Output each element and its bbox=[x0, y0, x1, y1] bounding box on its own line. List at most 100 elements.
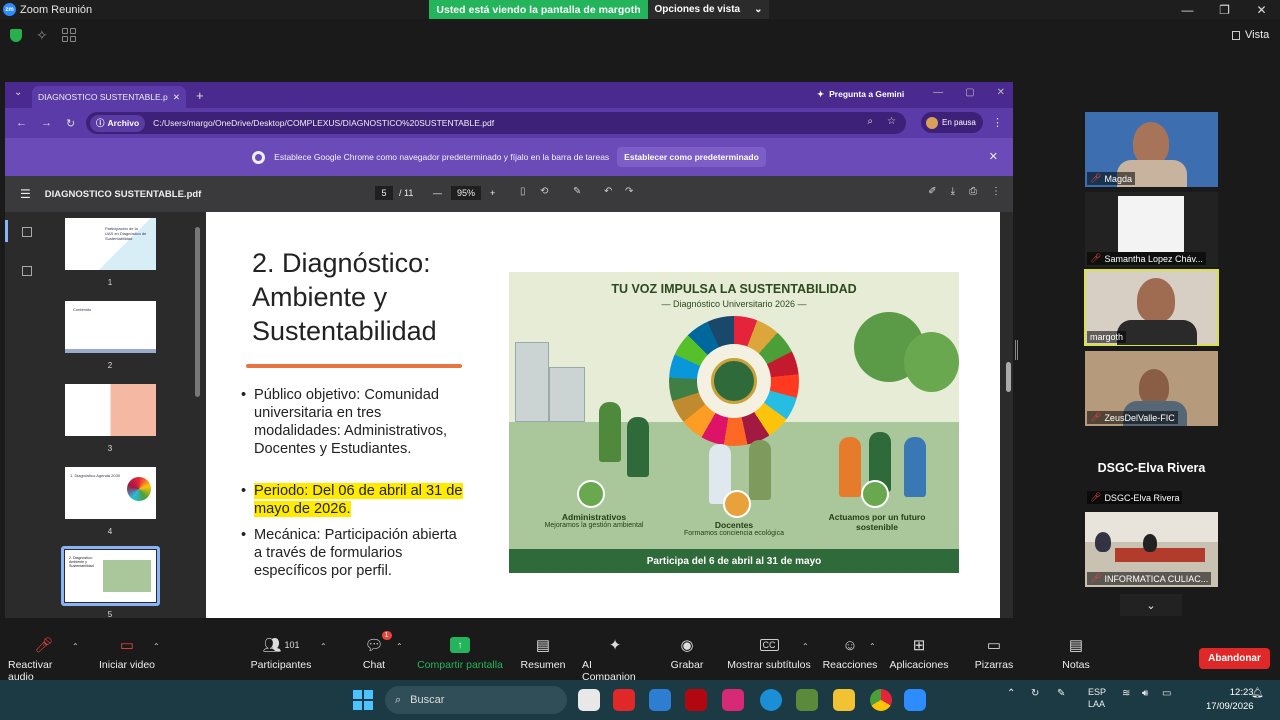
url-text[interactable]: C:/Users/margo/OneDrive/Desktop/COMPLEXU… bbox=[153, 118, 494, 128]
chrome-icon[interactable] bbox=[870, 689, 892, 711]
start-video-button[interactable]: ▭ Iniciar video bbox=[97, 636, 157, 671]
tray-chevron-icon[interactable]: ⌃ bbox=[1007, 688, 1015, 699]
notifications-icon[interactable]: 🔔︎ bbox=[1251, 688, 1264, 699]
youtube-icon[interactable] bbox=[613, 689, 635, 711]
volume-icon[interactable]: 🔊︎ bbox=[1142, 688, 1148, 699]
minecraft-icon[interactable] bbox=[796, 689, 818, 711]
file-explorer-icon[interactable] bbox=[833, 689, 855, 711]
maximize-button[interactable]: ❐ bbox=[1206, 0, 1243, 19]
browser-minimize[interactable]: — bbox=[933, 87, 943, 98]
sync-icon[interactable]: ↻ bbox=[1031, 688, 1039, 699]
undo-icon[interactable]: ↶ bbox=[604, 186, 612, 197]
language-indicator[interactable]: ESP LAA bbox=[1088, 686, 1106, 710]
browser-maximize[interactable]: ▢ bbox=[965, 87, 974, 98]
participant-tile-active-speaker[interactable]: margoth bbox=[1084, 269, 1219, 346]
zoom-in-icon[interactable]: + bbox=[490, 188, 495, 198]
file-chip[interactable]: ⓘ Archivo bbox=[90, 114, 146, 132]
browser-close[interactable]: ✕ bbox=[997, 87, 1005, 98]
close-tab-icon[interactable]: ✕ bbox=[173, 92, 180, 103]
new-tab-button[interactable]: + bbox=[196, 88, 204, 103]
page-thumbnail-3[interactable] bbox=[65, 384, 156, 436]
chat-button[interactable]: 💬︎ 1 Chat bbox=[362, 631, 392, 671]
captions-button[interactable]: CC Mostrar subtítulos bbox=[727, 636, 811, 671]
profile-button[interactable]: En pausa bbox=[921, 112, 983, 133]
video-options-chevron-icon[interactable]: ⌃ bbox=[153, 642, 160, 651]
participant-tile[interactable]: 🎤︎ INFORMATICA CULIAC... bbox=[1085, 512, 1218, 587]
view-options-button[interactable]: Opciones de vista ⌄ bbox=[648, 0, 769, 19]
browser-tab[interactable]: DIAGNOSTICO SUSTENTABLE.p ✕ bbox=[32, 86, 186, 108]
page-scrollbar[interactable] bbox=[1006, 362, 1011, 392]
omnibox[interactable]: ⓘ Archivo C:/Users/margo/OneDrive/Desktop… bbox=[86, 112, 906, 134]
annotate-icon[interactable]: ✎ bbox=[573, 186, 581, 197]
tab-search-icon[interactable]: ⌄ bbox=[14, 87, 22, 98]
leave-button[interactable]: Abandonar bbox=[1199, 648, 1270, 669]
taskbar-clock[interactable]: 12:23 17/09/2026 bbox=[1206, 686, 1254, 714]
zoom-out-icon[interactable]: — bbox=[433, 188, 442, 198]
whiteboards-button[interactable]: ▭ Pizarras bbox=[975, 636, 1014, 671]
panel-resize-handle[interactable] bbox=[1015, 340, 1018, 360]
set-default-button[interactable]: Establecer como predeterminado bbox=[617, 147, 766, 167]
participants-button[interactable]: 👥︎ 101 Participantes bbox=[251, 636, 312, 671]
edit-pdf-icon[interactable]: ✐ bbox=[928, 186, 936, 197]
battery-icon[interactable]: ▭ bbox=[1162, 688, 1171, 699]
close-button[interactable]: ✕ bbox=[1243, 0, 1280, 19]
apps-button[interactable]: ⊞ Aplicaciones bbox=[890, 636, 949, 671]
participant-name: INFORMATICA CULIAC... bbox=[1104, 573, 1209, 584]
redo-icon[interactable]: ↷ bbox=[625, 186, 633, 197]
browser-menu-icon[interactable]: ⋮ bbox=[992, 116, 1003, 129]
thumb-5-number: 5 bbox=[107, 610, 113, 618]
notes-button[interactable]: ▤ Notas bbox=[1062, 636, 1090, 671]
copilot-icon[interactable] bbox=[649, 689, 671, 711]
audio-options-chevron-icon[interactable]: ⌃ bbox=[72, 642, 79, 651]
page-thumbnail-4[interactable]: 1. Diagnóstico Agenda 2030 bbox=[65, 467, 156, 519]
captions-chevron-icon[interactable]: ⌃ bbox=[802, 642, 809, 651]
task-view-icon[interactable] bbox=[578, 689, 600, 711]
zoom-input[interactable]: 95% bbox=[451, 186, 481, 200]
reactions-chevron-icon[interactable]: ⌃ bbox=[869, 642, 876, 651]
edge-icon[interactable] bbox=[760, 689, 782, 711]
minimize-button[interactable]: — bbox=[1169, 0, 1206, 19]
participant-tile[interactable]: 🎤︎ Magda bbox=[1085, 112, 1218, 187]
netflix-icon[interactable] bbox=[685, 689, 707, 711]
view-button[interactable]: Vista bbox=[1232, 29, 1269, 41]
grid-icon[interactable] bbox=[62, 28, 76, 42]
page-thumbnail-1[interactable]: Participación de la UAS en Diagnóstico d… bbox=[65, 218, 156, 270]
share-screen-button[interactable]: ↑ Compartir pantalla bbox=[417, 636, 503, 671]
thumbnails-view-icon[interactable] bbox=[22, 227, 32, 237]
security-shield-icon[interactable] bbox=[10, 29, 22, 42]
sparkle-icon[interactable]: ✧ bbox=[36, 27, 48, 44]
windows-start-icon[interactable] bbox=[353, 690, 373, 710]
rotate-icon[interactable]: ⟲ bbox=[540, 186, 548, 197]
reload-icon[interactable]: ↻ bbox=[66, 117, 80, 130]
page-number-input[interactable]: 5 bbox=[375, 186, 393, 200]
unmute-button[interactable]: 🎤︎ Reactivar audio bbox=[8, 636, 80, 683]
ai-companion-button[interactable]: ✦ AI Companion bbox=[582, 636, 648, 683]
participant-tile[interactable]: 🎤︎ ZeusDelValle-FIC bbox=[1085, 351, 1218, 426]
infobar-close-icon[interactable]: ✕ bbox=[989, 150, 998, 163]
taskbar-search-input[interactable]: ⌕ Buscar bbox=[385, 686, 567, 714]
zoom-taskbar-icon[interactable] bbox=[904, 689, 926, 711]
print-icon[interactable]: ⎙ bbox=[969, 186, 977, 197]
participant-tile[interactable]: DSGC-Elva Rivera 🎤︎ DSGC-Elva Rivera bbox=[1085, 431, 1218, 506]
participants-chevron-icon[interactable]: ⌃ bbox=[320, 642, 327, 651]
page-thumbnail-2[interactable]: Contenido bbox=[65, 301, 156, 353]
chat-chevron-icon[interactable]: ⌃ bbox=[396, 642, 403, 651]
instagram-icon[interactable] bbox=[722, 689, 744, 711]
summary-button[interactable]: ▤ Resumen bbox=[521, 636, 566, 671]
bookmark-star-icon[interactable]: ☆ bbox=[887, 116, 896, 127]
participant-tile[interactable]: 🎤︎ Samantha Lopez Cháv... bbox=[1085, 192, 1218, 267]
fit-page-icon[interactable]: ▯ bbox=[520, 186, 526, 197]
download-icon[interactable]: ⤓ bbox=[951, 186, 955, 197]
record-button[interactable]: ◉ Grabar bbox=[671, 636, 704, 671]
zoom-icon[interactable]: ⌕ bbox=[867, 116, 873, 127]
more-options-icon[interactable]: ⋮ bbox=[991, 186, 1001, 197]
outline-view-icon[interactable] bbox=[22, 266, 32, 276]
pen-icon[interactable]: ✎ bbox=[1057, 688, 1065, 699]
wifi-icon[interactable]: ≋ bbox=[1122, 688, 1130, 699]
forward-icon[interactable]: → bbox=[41, 117, 55, 129]
pdf-menu-icon[interactable]: ☰ bbox=[20, 187, 31, 201]
thumbnail-scrollbar[interactable] bbox=[195, 227, 200, 397]
more-participants-chevron-icon[interactable]: ⌄ bbox=[1120, 594, 1182, 616]
gemini-button[interactable]: ✦ Pregunta a Gemini bbox=[817, 89, 904, 100]
back-icon[interactable]: ← bbox=[16, 117, 30, 129]
